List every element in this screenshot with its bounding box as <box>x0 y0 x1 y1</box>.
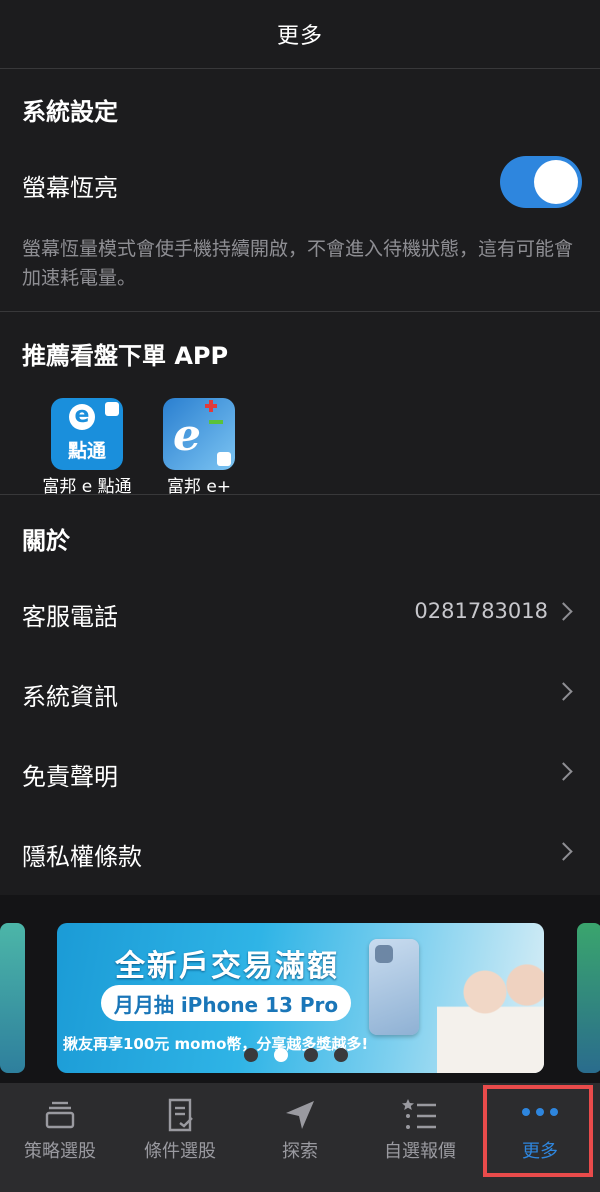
chevron-right-icon <box>554 842 573 861</box>
screen-always-on-label: 螢幕恆亮 <box>22 174 118 202</box>
page-dot[interactable] <box>334 1048 348 1062</box>
tab-label: 探索 <box>282 1141 318 1162</box>
carousel-page-indicator <box>244 1048 348 1062</box>
plus-green-icon <box>209 420 223 424</box>
page-dot[interactable] <box>304 1048 318 1062</box>
fubon-e-dianton-app-icon: e 點通 <box>51 398 123 470</box>
banner-pill: 月月抽 iPhone 13 Pro <box>101 985 351 1021</box>
tab-strategy-picks[interactable]: 策略選股 <box>0 1083 120 1192</box>
screen-always-on-toggle[interactable] <box>500 156 582 208</box>
about-item-privacy-terms[interactable]: 隱私權條款 <box>0 815 600 895</box>
about-heading: 關於 <box>22 527 70 555</box>
chevron-right-icon <box>554 762 573 781</box>
camera-icon <box>375 945 393 963</box>
highlight-box <box>483 1085 593 1177</box>
divider <box>0 494 600 495</box>
screen-always-on-description: 螢幕恆量模式會使手機持續開啟，不會進入待機狀態，這有可能會加速耗電量。 <box>22 238 574 289</box>
plus-red-icon <box>209 400 213 412</box>
app-fubon-e-dianton[interactable]: e 點通 富邦 e 點通 <box>37 398 137 497</box>
banner-title: 全新戶交易滿額 <box>115 949 339 984</box>
e-logo-icon: e <box>69 404 95 430</box>
divider <box>0 311 600 312</box>
about-item-label: 隱私權條款 <box>22 843 142 871</box>
tab-watchlist[interactable]: 自選報價 <box>360 1083 480 1192</box>
chevron-right-icon <box>554 682 573 701</box>
tab-label: 自選報價 <box>384 1141 456 1162</box>
tab-label: 條件選股 <box>144 1141 216 1162</box>
about-item-label: 客服電話 <box>22 603 118 631</box>
about-item-label: 免責聲明 <box>22 763 118 791</box>
about-item-disclaimer[interactable]: 免責聲明 <box>0 735 600 815</box>
customer-service-phone: 0281783018 <box>414 599 548 623</box>
app-fubon-e-plus[interactable]: e 富邦 e+ <box>149 398 249 497</box>
page-dot[interactable] <box>244 1048 258 1062</box>
navigation-arrow-icon <box>286 1101 314 1129</box>
app-icon-text: 點通 <box>67 440 106 462</box>
page-title: 更多 <box>276 24 323 49</box>
fubon-badge-icon <box>105 402 119 416</box>
next-banner-peek[interactable] <box>577 923 600 1073</box>
previous-banner-peek[interactable] <box>0 923 25 1073</box>
recommended-apps-heading: 推薦看盤下單 APP <box>22 342 229 370</box>
about-item-customer-service[interactable]: 客服電話 0281783018 <box>0 575 600 655</box>
iphone-image <box>369 939 419 1035</box>
about-item-system-info[interactable]: 系統資訊 <box>0 655 600 735</box>
page-dot-active[interactable] <box>274 1048 288 1062</box>
star-list-icon <box>402 1099 436 1129</box>
e-logo-icon: e <box>173 410 201 461</box>
tab-label: 策略選股 <box>24 1141 96 1162</box>
document-check-icon <box>168 1098 193 1132</box>
people-photo <box>437 943 544 1073</box>
layers-icon <box>45 1101 75 1129</box>
fubon-badge-icon <box>217 452 231 466</box>
system-settings-heading: 系統設定 <box>22 98 118 126</box>
about-item-label: 系統資訊 <box>22 683 118 711</box>
tab-explore[interactable]: 探索 <box>240 1083 360 1192</box>
chevron-right-icon <box>554 602 573 621</box>
fubon-e-plus-app-icon: e <box>163 398 235 470</box>
page-header: 更多 <box>0 0 600 69</box>
tab-condition-picks[interactable]: 條件選股 <box>120 1083 240 1192</box>
toggle-knob <box>534 160 578 204</box>
